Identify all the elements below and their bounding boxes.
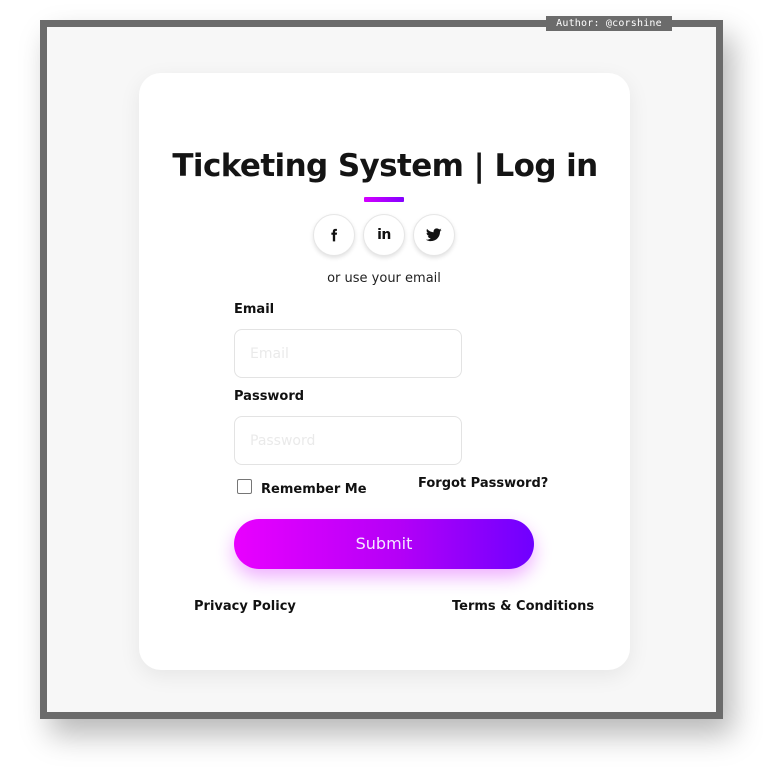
remember-me-label: Remember Me	[261, 482, 367, 497]
title-accent-bar	[364, 197, 404, 202]
author-tag-overlay: Author: @corshine	[546, 16, 672, 31]
linkedin-button[interactable]: in	[363, 214, 405, 256]
forgot-password-link[interactable]: Forgot Password?	[418, 476, 548, 491]
twitter-button[interactable]	[413, 214, 455, 256]
divider-text: or use your email	[327, 271, 441, 286]
facebook-button[interactable]	[313, 214, 355, 256]
linkedin-icon: in	[377, 227, 391, 243]
privacy-policy-link[interactable]: Privacy Policy	[194, 599, 296, 614]
terms-conditions-link[interactable]: Terms & Conditions	[452, 599, 594, 614]
submit-button[interactable]: Submit	[234, 519, 534, 569]
twitter-icon	[426, 228, 442, 242]
password-label: Password	[234, 389, 305, 404]
remember-me-checkbox[interactable]	[237, 479, 252, 494]
page-title: Ticketing System | Log in	[172, 148, 598, 184]
password-field[interactable]	[234, 416, 462, 465]
email-label: Email	[234, 302, 275, 317]
facebook-icon	[327, 228, 341, 242]
email-field[interactable]	[234, 329, 462, 378]
